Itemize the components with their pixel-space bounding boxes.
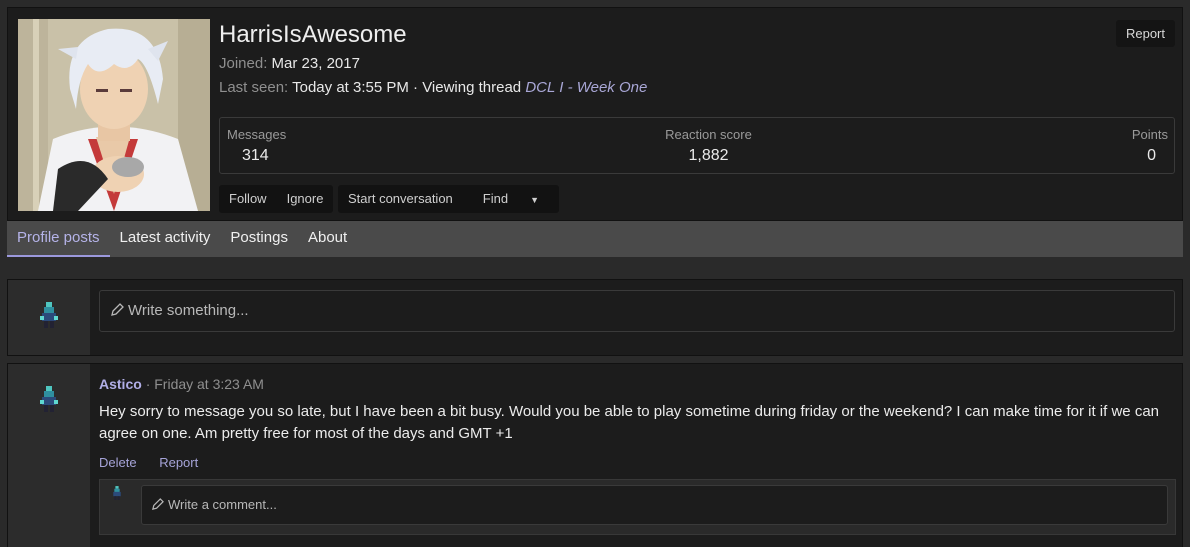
joined-value: Mar 23, 2017	[271, 55, 360, 72]
post-header: Astico · Friday at 3:23 AM	[99, 376, 264, 392]
tab-latest-activity[interactable]: Latest activity	[110, 221, 221, 257]
stat-reaction-label: Reaction score	[665, 127, 752, 142]
profile-avatar[interactable]	[18, 19, 210, 211]
caret-down-icon: ▼	[530, 194, 539, 205]
author-sprite-avatar[interactable]	[38, 384, 60, 414]
pencil-icon	[152, 498, 164, 510]
write-something-input[interactable]: Write something...	[99, 290, 1175, 332]
avatar-image	[18, 19, 210, 211]
post-actions: Delete Report	[99, 455, 217, 470]
stat-reaction-value: 1,882	[688, 147, 729, 164]
comment-area: Write a comment...	[99, 479, 1176, 535]
write-comment-placeholder: Write a comment...	[168, 497, 277, 512]
report-profile-button[interactable]: Report	[1115, 20, 1175, 47]
stat-points-label: Points	[1131, 127, 1168, 142]
post-body: Hey sorry to message you so late, but I …	[99, 403, 1159, 442]
tab-about[interactable]: About	[298, 221, 357, 257]
profile-tabs: Profile posts Latest activity Postings A…	[7, 221, 1183, 257]
start-conversation-button[interactable]: Start conversation	[338, 185, 463, 213]
profile-post-composer: Write something...	[7, 279, 1183, 356]
stat-reaction-score[interactable]: Reaction score 1,882	[664, 127, 753, 165]
follow-button[interactable]: Follow	[219, 185, 277, 213]
last-seen-line: Last seen: Today at 3:55 PM · Viewing th…	[219, 79, 647, 96]
stat-messages[interactable]: Messages 314	[227, 127, 286, 165]
stats-panel: Messages 314 Reaction score 1,882 Points…	[219, 117, 1175, 174]
write-something-placeholder: Write something...	[128, 302, 249, 319]
stat-messages-label: Messages	[227, 127, 287, 142]
commenter-sprite-avatar	[113, 486, 121, 500]
stat-messages-value: 314	[242, 147, 269, 164]
profile-post: Astico · Friday at 3:23 AM Hey sorry to …	[7, 363, 1183, 547]
profile-username: HarrisIsAwesome	[219, 21, 407, 48]
joined-line: Joined: Mar 23, 2017	[219, 55, 360, 72]
pencil-icon	[111, 303, 124, 316]
ignore-button[interactable]: Ignore	[277, 185, 334, 213]
write-comment-input[interactable]: Write a comment...	[141, 485, 1168, 525]
last-seen-value: Today at 3:55 PM · Viewing thread	[292, 79, 522, 96]
delete-post-link[interactable]: Delete	[99, 455, 137, 470]
stat-points[interactable]: Points 0	[1132, 127, 1168, 165]
tab-profile-posts[interactable]: Profile posts	[7, 221, 110, 257]
profile-header: HarrisIsAwesome Joined: Mar 23, 2017 Las…	[7, 7, 1183, 221]
report-post-link[interactable]: Report	[159, 455, 198, 470]
tab-postings[interactable]: Postings	[220, 221, 298, 257]
stat-points-value: 0	[1147, 147, 1156, 164]
last-seen-label: Last seen:	[219, 79, 289, 96]
find-label: Find	[482, 190, 509, 206]
last-seen-thread-link[interactable]: DCL I - Week One	[525, 79, 647, 96]
user-sprite-avatar[interactable]	[38, 300, 60, 330]
post-author-link[interactable]: Astico	[99, 376, 142, 392]
post-timestamp[interactable]: · Friday at 3:23 AM	[146, 376, 264, 392]
find-dropdown-button[interactable]: Find ▼	[463, 185, 559, 214]
follow-ignore-group: Follow Ignore	[219, 185, 334, 213]
joined-label: Joined:	[219, 55, 268, 72]
conversation-find-group: Start conversation Find ▼	[338, 185, 559, 213]
